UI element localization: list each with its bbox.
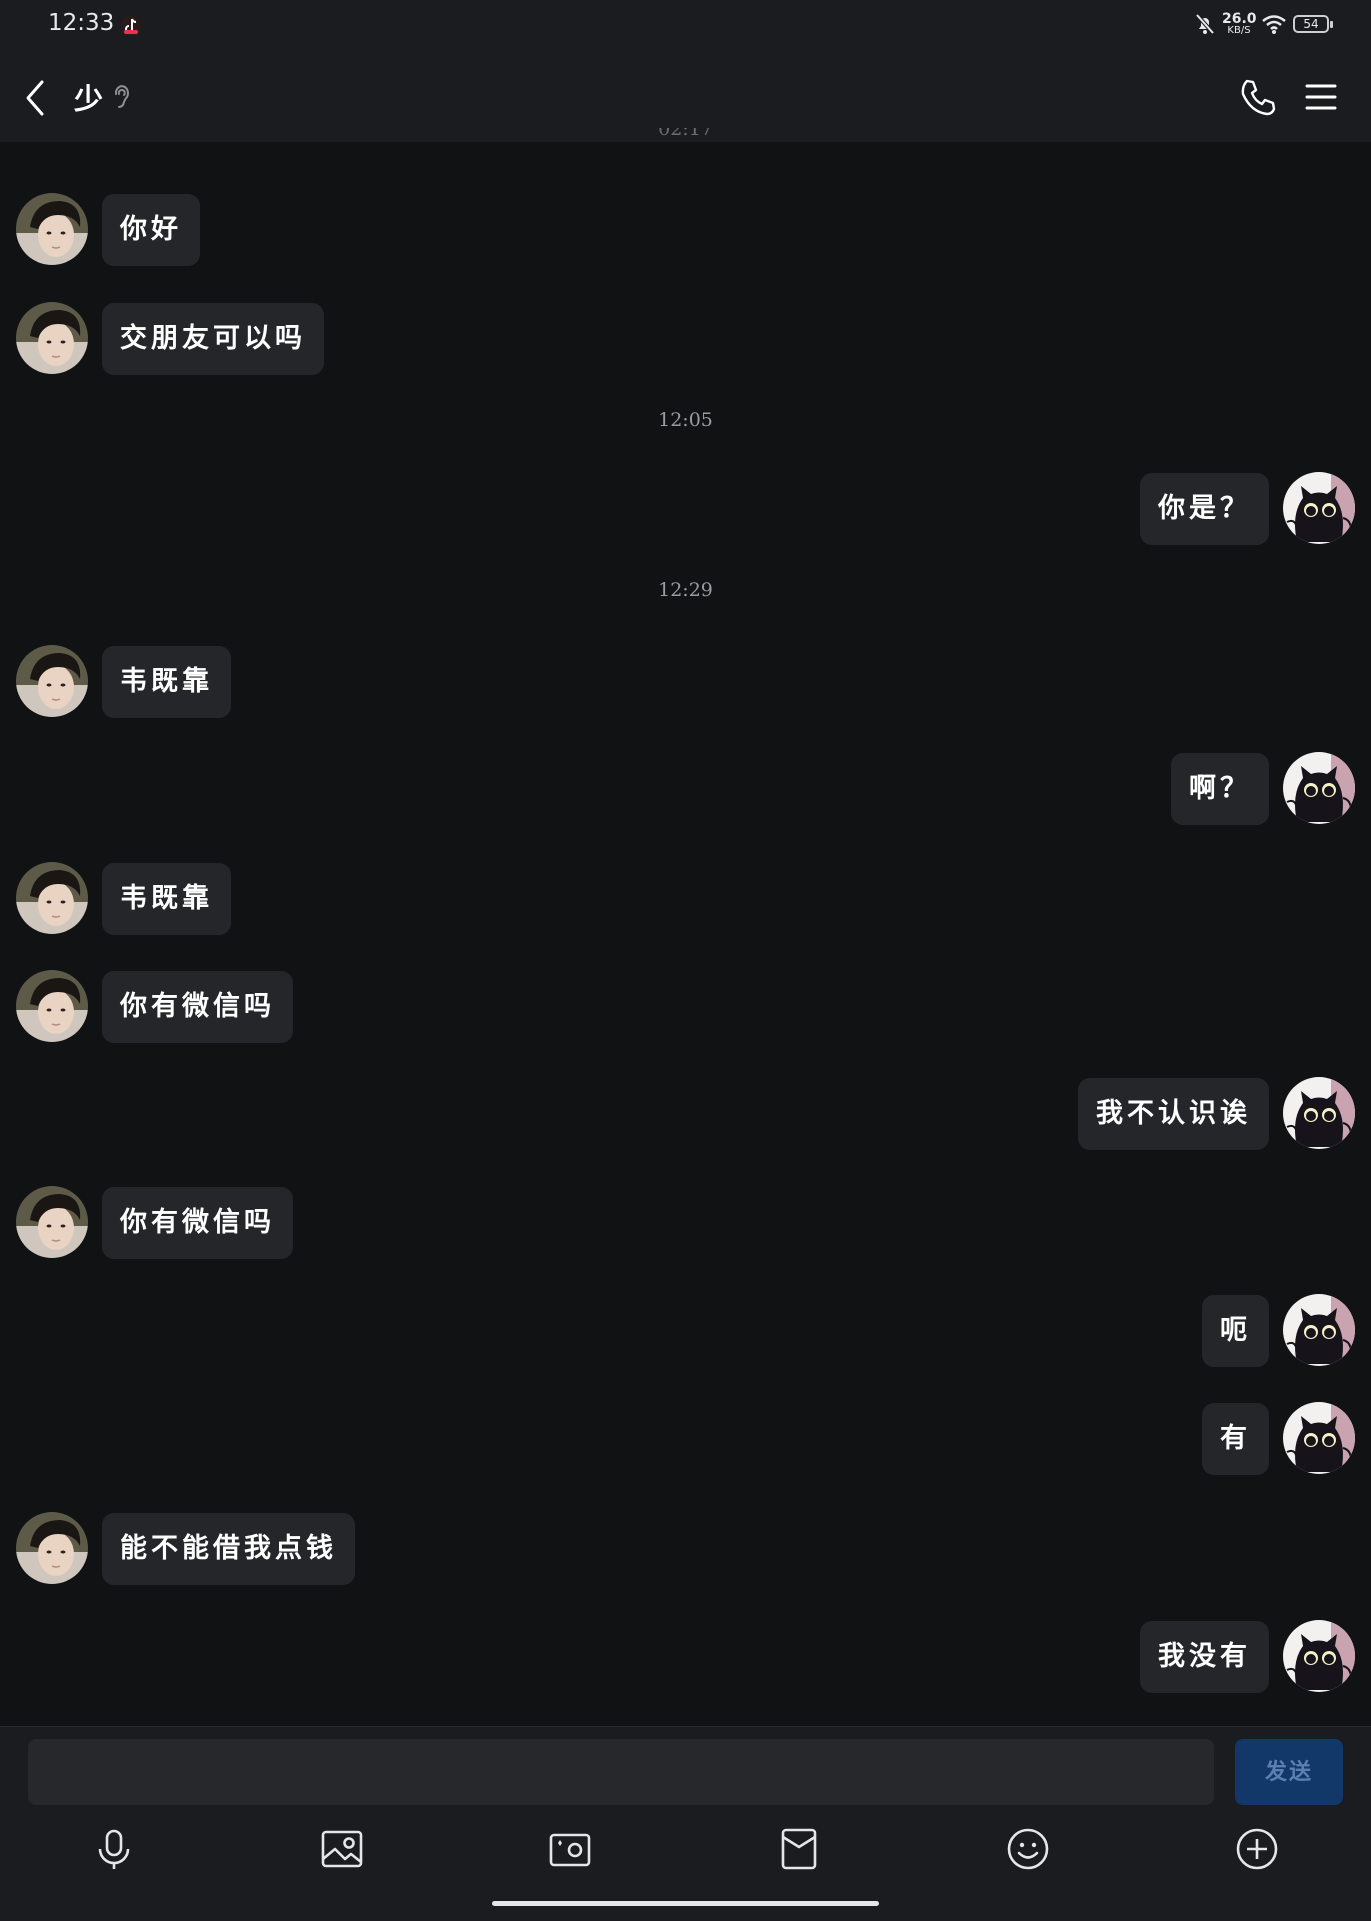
message-bubble[interactable]: 你好: [102, 194, 200, 266]
message-row: 我没有: [0, 1620, 1371, 1693]
composer-area: 发送: [0, 1726, 1371, 1921]
home-indicator[interactable]: [492, 1901, 879, 1906]
my-avatar[interactable]: [1283, 1294, 1355, 1366]
timestamp: 12:29: [658, 579, 713, 601]
network-speed-value: 26.0: [1222, 11, 1257, 27]
mute-bell-icon: [1195, 13, 1215, 35]
status-time: 12:33: [48, 10, 115, 36]
my-avatar[interactable]: [1283, 1620, 1355, 1692]
my-avatar[interactable]: [1283, 472, 1355, 544]
message-bubble[interactable]: 啊？: [1171, 753, 1269, 825]
message-row: 韦既靠: [0, 645, 1371, 718]
contact-avatar[interactable]: [16, 1186, 88, 1258]
message-row: 能不能借我点钱: [0, 1512, 1371, 1585]
timestamp: 12:05: [658, 409, 713, 431]
my-avatar[interactable]: [1283, 1077, 1355, 1149]
my-avatar[interactable]: [1283, 752, 1355, 824]
message-row: 你好: [0, 193, 1371, 266]
timestamp-partial: 02:17: [0, 128, 1371, 142]
phone-call-icon[interactable]: [1240, 78, 1276, 116]
message-row: 呃: [0, 1294, 1371, 1367]
send-button[interactable]: 发送: [1235, 1739, 1343, 1805]
image-icon[interactable]: [318, 1825, 366, 1873]
message-row: 我不认识诶: [0, 1077, 1371, 1150]
contact-name[interactable]: 少: [74, 76, 103, 118]
status-bar: 12:33 26.0 KB/S 54: [0, 0, 1371, 52]
message-bubble[interactable]: 韦既靠: [102, 863, 231, 935]
wifi-icon: [1262, 15, 1286, 34]
message-row: 有: [0, 1402, 1371, 1475]
tiktok-icon: [121, 16, 141, 36]
message-bubble[interactable]: 能不能借我点钱: [102, 1513, 355, 1585]
camera-icon[interactable]: [546, 1825, 594, 1873]
contact-avatar[interactable]: [16, 645, 88, 717]
menu-icon[interactable]: [1305, 82, 1337, 112]
contact-avatar[interactable]: [16, 970, 88, 1042]
message-bubble[interactable]: 你有微信吗: [102, 971, 293, 1043]
red-packet-icon[interactable]: [775, 1825, 823, 1873]
message-bubble[interactable]: 我不认识诶: [1078, 1078, 1269, 1150]
message-bubble[interactable]: 呃: [1202, 1295, 1269, 1367]
message-row: 你有微信吗: [0, 970, 1371, 1043]
contact-avatar[interactable]: [16, 193, 88, 265]
message-input[interactable]: [28, 1739, 1214, 1805]
message-bubble[interactable]: 你有微信吗: [102, 1187, 293, 1259]
network-speed: 26.0 KB/S: [1222, 11, 1257, 36]
message-bubble[interactable]: 我没有: [1140, 1621, 1269, 1693]
battery-indicator: 54: [1293, 15, 1333, 33]
message-bubble[interactable]: 有: [1202, 1403, 1269, 1475]
timestamp-partial-text: 02:17: [658, 128, 713, 140]
back-arrow-icon[interactable]: [22, 78, 48, 118]
message-row: 交朋友可以吗: [0, 302, 1371, 375]
emoji-icon[interactable]: [1004, 1825, 1052, 1873]
contact-avatar[interactable]: [16, 302, 88, 374]
message-row: 你是？: [0, 472, 1371, 545]
message-row: 你有微信吗: [0, 1186, 1371, 1259]
message-bubble[interactable]: 你是？: [1140, 473, 1269, 545]
earpiece-mode-icon[interactable]: [112, 82, 130, 112]
message-row: 韦既靠: [0, 862, 1371, 935]
contact-avatar[interactable]: [16, 1512, 88, 1584]
message-row: 啊？: [0, 752, 1371, 825]
message-bubble[interactable]: 交朋友可以吗: [102, 303, 324, 375]
plus-icon[interactable]: [1233, 1825, 1281, 1873]
my-avatar[interactable]: [1283, 1402, 1355, 1474]
message-bubble[interactable]: 韦既靠: [102, 646, 231, 718]
contact-avatar[interactable]: [16, 862, 88, 934]
microphone-icon[interactable]: [90, 1825, 138, 1873]
